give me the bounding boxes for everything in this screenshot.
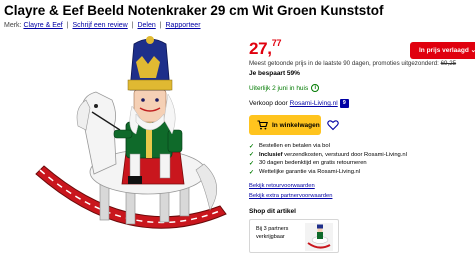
shop-partners-text: Bij 3 partners verkrijgbaar — [256, 225, 288, 241]
price: 27,77 — [249, 38, 282, 59]
report-link[interactable]: Rapporteer — [166, 22, 201, 29]
share-link[interactable]: Delen — [137, 22, 155, 29]
partner-conditions-link[interactable]: Bekijk extra partnervoorwaarden — [249, 193, 332, 199]
seller-link[interactable]: Rosami-Living.nl — [290, 100, 338, 107]
chevron-down-icon: ⌄ — [470, 47, 475, 54]
delivery-info: Uiterlijk 2 juni in huis i — [249, 84, 320, 92]
brand-link[interactable]: Clayre & Eef — [23, 22, 62, 29]
check-icon: ✓ — [249, 169, 255, 176]
seller-rating-badge[interactable]: 9 — [339, 99, 349, 108]
list-item: ✓ Bestellen en betalen via bol — [249, 143, 330, 150]
check-icon: ✓ — [249, 160, 255, 167]
add-to-cart-button[interactable]: In winkelwagen — [249, 115, 321, 135]
price-drop-badge[interactable]: In prijs verlaagd ⌄ — [410, 42, 475, 59]
shop-partners-card[interactable]: Bij 3 partners verkrijgbaar — [249, 219, 339, 253]
usp-list: ✓ Bestellen en betalen via bol ✓ Inclusief… — [249, 142, 407, 176]
info-icon[interactable]: i — [311, 84, 320, 92]
seller-prefix: Verkoop door — [249, 100, 288, 107]
product-meta: Merk: Clayre & Eef | Schrijf een review … — [4, 22, 201, 29]
lowest-price-note-text: Meest getoonde prijs in de laatste 90 da… — [249, 60, 439, 67]
lowest-price-note: Meest getoonde prijs in de laatste 90 da… — [249, 60, 456, 67]
shop-partners-line1: Bij 3 partners — [256, 226, 289, 232]
meta-separator: | — [159, 22, 162, 29]
brand-prefix: Merk: — [4, 22, 22, 29]
list-item: ✓ Wettelijke garantie via Rosami-Living.n… — [249, 169, 361, 176]
product-thumbnail — [305, 223, 333, 251]
returns-conditions-link[interactable]: Bekijk retourvoorwaarden — [249, 183, 315, 189]
meta-separator: | — [66, 22, 69, 29]
price-cents: 77 — [271, 38, 282, 48]
heart-icon[interactable] — [327, 119, 339, 131]
list-item: ✓ 30 dagen bedenktijd en gratis retourner… — [249, 160, 367, 167]
shop-partners-line2: verkrijgbaar — [256, 234, 285, 240]
add-to-cart-label: In winkelwagen — [272, 121, 320, 129]
seller-info: Verkoop door Rosami-Living.nl 9 — [249, 99, 349, 108]
write-review-link[interactable]: Schrijf een review — [72, 22, 127, 29]
meta-separator: | — [131, 22, 134, 29]
savings-text: Je bespaart 59% — [249, 70, 300, 77]
nutcracker-rocking-horse-image[interactable] — [30, 34, 235, 254]
delivery-text: Uiterlijk 2 juni in huis — [249, 84, 309, 92]
price-drop-badge-label: In prijs verlaagd — [419, 47, 469, 54]
product-title: Clayre & Eef Beeld Notenkraker 29 cm Wit… — [4, 3, 384, 18]
check-icon: ✓ — [249, 143, 255, 150]
check-icon: ✓ — [249, 152, 255, 159]
cart-icon — [257, 120, 268, 130]
shop-heading: Shop dit artikel — [249, 208, 296, 215]
price-main: 27, — [249, 39, 272, 58]
old-price: 69,25 — [440, 60, 457, 67]
list-item: ✓ Inclusief verzendkosten, verstuurd door… — [249, 151, 407, 159]
